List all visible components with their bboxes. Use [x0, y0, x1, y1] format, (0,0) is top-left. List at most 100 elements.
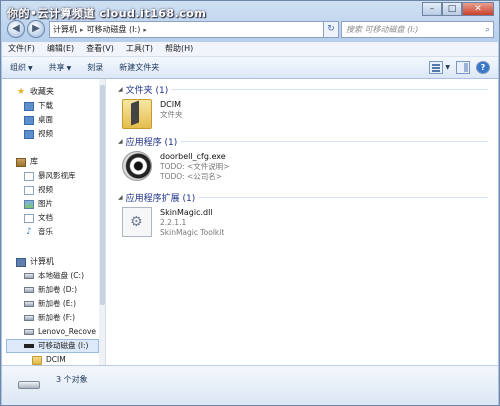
- group-header-applications[interactable]: ◢ 应用程序 (1): [118, 135, 488, 148]
- nav-label: 视频: [38, 185, 53, 194]
- nav-label: 桌面: [38, 115, 53, 124]
- group-divider: [199, 197, 488, 198]
- file-item-skinmagic-dll[interactable]: SkinMagic.dll 2.2.1.1 SkinMagic Toolkit: [122, 207, 224, 241]
- chevron-down-icon: ▼: [66, 65, 72, 72]
- share-button[interactable]: 共享 ▼: [49, 62, 72, 73]
- music-note-icon: ♪: [26, 226, 32, 237]
- document-library-icon: [24, 213, 34, 223]
- search-input[interactable]: 搜索 可移动磁盘 (I:) ⌕: [341, 21, 494, 38]
- address-segment-computer[interactable]: 计算机: [53, 24, 77, 35]
- change-view-icon[interactable]: [429, 61, 444, 74]
- file-item-doorbell-cfg[interactable]: doorbell_cfg.exe TODO: <文件说明> TODO: <公司名…: [122, 151, 230, 185]
- command-bar: 组织 ▼ 共享 ▼ 刻录 新建文件夹 ▼ ?: [2, 57, 498, 79]
- dll-gear-icon: [122, 207, 152, 237]
- file-product: SkinMagic Toolkit: [160, 228, 225, 237]
- nav-drive-i[interactable]: 可移动磁盘 (I:): [6, 339, 99, 353]
- hard-drive-icon: [24, 287, 34, 293]
- download-folder-icon: [24, 101, 34, 111]
- nav-label: 可移动磁盘 (I:): [38, 341, 89, 350]
- refresh-button[interactable]: ↻: [323, 21, 339, 38]
- collapse-triangle-icon[interactable]: ◢: [118, 86, 123, 93]
- nav-desktop[interactable]: 桌面: [24, 113, 53, 127]
- collapse-triangle-icon[interactable]: ◢: [118, 194, 123, 201]
- caption-buttons: – □ ✕: [422, 2, 494, 16]
- organize-button[interactable]: 组织 ▼: [10, 62, 33, 73]
- chevron-right-icon[interactable]: ▸: [80, 26, 84, 34]
- close-button[interactable]: ✕: [462, 2, 494, 16]
- explorer-window: 你的•云计算频道 cloud.it168.com – □ ✕ ◀ ▶ 计算机 ▸…: [0, 0, 500, 406]
- file-description: TODO: <文件说明>: [160, 162, 230, 171]
- computer-icon: [16, 257, 26, 267]
- nav-label: 音乐: [38, 227, 53, 236]
- library-icon: [16, 157, 26, 167]
- nav-drive-f[interactable]: 新加卷 (F:): [24, 311, 75, 325]
- file-meta: SkinMagic.dll 2.2.1.1 SkinMagic Toolkit: [160, 207, 224, 241]
- nav-downloads[interactable]: 下载: [24, 99, 53, 113]
- nav-drive-e[interactable]: 新加卷 (E:): [24, 297, 76, 311]
- video-library-icon: [24, 185, 34, 195]
- new-folder-button[interactable]: 新建文件夹: [119, 62, 159, 73]
- video-folder-icon: [24, 129, 34, 139]
- address-bar[interactable]: 计算机 ▸ 可移动磁盘 (I:) ▸: [49, 21, 333, 38]
- library-folder-icon: [24, 171, 34, 181]
- help-icon[interactable]: ?: [476, 61, 490, 74]
- navigation-row: ◀ ▶ 计算机 ▸ 可移动磁盘 (I:) ▸ ↻ 搜索 可移动磁盘 (I:) ⌕: [1, 18, 500, 42]
- nav-label: 计算机: [30, 257, 54, 266]
- hard-drive-icon: [24, 273, 34, 279]
- chevron-right-icon[interactable]: ▸: [143, 26, 147, 34]
- nav-drive-c[interactable]: 本地磁盘 (C:): [24, 269, 84, 283]
- menu-edit[interactable]: 编辑(E): [41, 42, 80, 56]
- view-controls: ▼ ?: [423, 61, 490, 74]
- share-label: 共享: [48, 63, 65, 72]
- nav-label: 视频: [38, 129, 53, 138]
- nav-storm-library[interactable]: 暴风影视库: [24, 169, 76, 183]
- desktop-icon: [24, 115, 34, 125]
- maximize-button[interactable]: □: [442, 2, 462, 16]
- address-segment-drive[interactable]: 可移动磁盘 (I:): [87, 24, 141, 35]
- nav-label: 本地磁盘 (C:): [38, 271, 84, 280]
- menu-bar: 文件(F) 编辑(E) 查看(V) 工具(T) 帮助(H): [2, 42, 498, 57]
- scrollbar-thumb[interactable]: [100, 85, 105, 305]
- content-area: ★ 收藏夹 下载 桌面 视频 库 暴风影视库 视频 图片 文档 ♪ 音乐 计算机 本…: [2, 79, 498, 365]
- nav-lenovo-recovery[interactable]: Lenovo_Recove: [24, 325, 96, 339]
- nav-label: 文档: [38, 213, 53, 222]
- forward-button[interactable]: ▶: [27, 20, 45, 38]
- nav-drive-d[interactable]: 新加卷 (D:): [24, 283, 77, 297]
- menu-file[interactable]: 文件(F): [2, 42, 41, 56]
- nav-videos[interactable]: 视频: [24, 183, 53, 197]
- nav-label: 下载: [38, 101, 53, 110]
- hard-drive-icon: [24, 329, 34, 335]
- group-header-folders[interactable]: ◢ 文件夹 (1): [118, 83, 488, 96]
- file-item-dcim[interactable]: DCIM 文件夹: [122, 99, 183, 133]
- nav-documents[interactable]: 文档: [24, 211, 53, 225]
- menu-view[interactable]: 查看(V): [80, 42, 120, 56]
- nav-videos-favorite[interactable]: 视频: [24, 127, 53, 141]
- nav-libraries[interactable]: 库: [16, 155, 38, 169]
- burn-button[interactable]: 刻录: [87, 62, 103, 73]
- menu-help[interactable]: 帮助(H): [159, 42, 199, 56]
- collapse-triangle-icon[interactable]: ◢: [118, 138, 123, 145]
- nav-label: 新加卷 (D:): [38, 285, 78, 294]
- chevron-down-icon: ▼: [28, 65, 33, 72]
- status-bar: 3 个对象: [2, 365, 498, 405]
- nav-label: DCIM: [46, 355, 66, 364]
- chevron-down-icon[interactable]: ▼: [445, 64, 450, 71]
- group-divider: [181, 141, 488, 142]
- nav-pictures[interactable]: 图片: [24, 197, 53, 211]
- folder-icon: [32, 355, 42, 365]
- nav-music[interactable]: ♪ 音乐: [24, 225, 53, 239]
- minimize-button[interactable]: –: [422, 2, 442, 16]
- nav-favorites[interactable]: ★ 收藏夹: [16, 85, 54, 99]
- nav-label: 图片: [38, 199, 53, 208]
- preview-pane-icon[interactable]: [456, 61, 470, 74]
- folder-icon: [122, 99, 152, 129]
- menu-tools[interactable]: 工具(T): [120, 42, 159, 56]
- group-header-extensions[interactable]: ◢ 应用程序扩展 (1): [118, 191, 488, 204]
- back-button[interactable]: ◀: [7, 20, 25, 38]
- group-title: 应用程序扩展 (1): [125, 194, 196, 204]
- search-icon[interactable]: ⌕: [486, 22, 490, 37]
- file-company: TODO: <公司名>: [160, 172, 223, 181]
- nav-dcim[interactable]: DCIM: [32, 353, 66, 365]
- nav-scrollbar[interactable]: [99, 79, 105, 365]
- nav-computer[interactable]: 计算机: [16, 255, 54, 269]
